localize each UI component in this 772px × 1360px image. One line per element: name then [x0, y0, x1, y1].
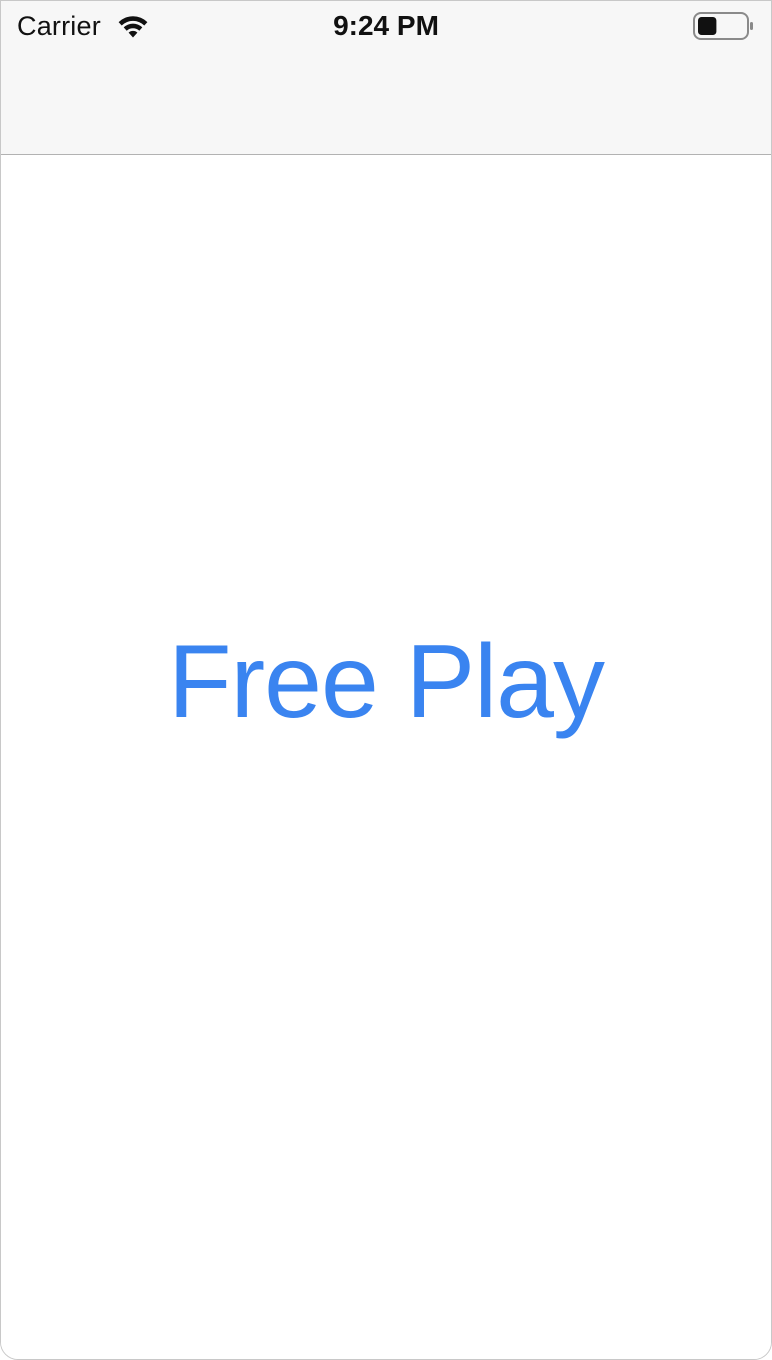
status-bar: Carrier 9:24 PM — [1, 1, 771, 51]
app-window: Carrier 9:24 PM Free Play — [0, 0, 772, 1360]
navigation-bar — [1, 51, 771, 155]
status-time: 9:24 PM — [333, 10, 439, 41]
main-content: Free Play — [1, 155, 771, 1359]
free-play-button[interactable]: Free Play — [156, 617, 616, 747]
battery-icon — [693, 12, 753, 40]
